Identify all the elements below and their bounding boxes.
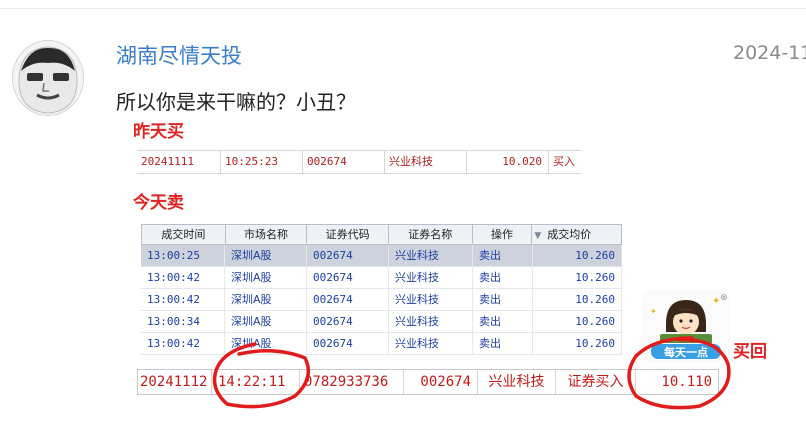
cell-price: 10.260 <box>533 245 622 266</box>
svg-text:✦: ✦ <box>650 307 657 316</box>
avatar[interactable] <box>12 40 84 116</box>
cell-price: 10.260 <box>533 311 622 332</box>
cell-name: 兴业科技 <box>389 267 473 288</box>
cell-time: 13:00:42 <box>141 289 225 310</box>
cell-name: 兴业科技 <box>389 333 473 354</box>
cell-market: 深圳A股 <box>225 245 307 266</box>
header-name[interactable]: 证券名称 <box>389 225 473 244</box>
svg-text:⊗: ⊗ <box>720 293 728 303</box>
cell-code: 002674 <box>404 370 478 394</box>
cell-action: 卖出 <box>473 333 533 354</box>
cell-action: 卖出 <box>473 289 533 310</box>
header-code[interactable]: 证券代码 <box>307 225 389 244</box>
label-today-sell: 今天卖 <box>133 193 184 213</box>
cell-code: 002674 <box>307 267 389 288</box>
cell-name: 兴业科技 <box>389 311 473 332</box>
cell-time: 13:00:25 <box>141 245 225 266</box>
cell-code: 002674 <box>307 311 389 332</box>
table-row[interactable]: 13:00:42 深圳A股 002674 兴业科技 卖出 10.260 <box>141 267 622 289</box>
red-circle-annotation-icon <box>212 342 311 409</box>
yesterday-trade-row: 20241111 10:25:23 002674 兴业科技 10.020 买入 <box>137 150 581 174</box>
top-divider <box>0 8 806 9</box>
cell-code: 002674 <box>307 245 389 266</box>
label-buy-back: 买回 <box>733 342 767 362</box>
cell-name: 兴业科技 <box>389 245 473 266</box>
cell-date: 20241112 <box>138 370 212 394</box>
cell-contract-no: 0782933736 <box>300 370 404 394</box>
cell-name: 兴业科技 <box>389 289 473 310</box>
table-row[interactable]: 13:00:42 深圳A股 002674 兴业科技 卖出 10.260 <box>141 289 622 311</box>
cell-name: 兴业科技 <box>478 370 556 394</box>
cell-time: 13:00:42 <box>141 267 225 288</box>
cell-action: 卖出 <box>473 311 533 332</box>
cell-code: 002674 <box>303 151 385 173</box>
header-time[interactable]: 成交时间 <box>142 225 226 244</box>
cell-market: 深圳A股 <box>225 289 307 310</box>
header-avg-price[interactable]: ▼ 成交均价 <box>532 225 621 244</box>
post-timestamp: 2024-11 <box>733 42 806 64</box>
cell-action: 买入 <box>553 155 575 168</box>
header-action[interactable]: 操作 <box>473 225 533 244</box>
avatar-face-icon <box>18 46 78 114</box>
cell-code: 002674 <box>307 333 389 354</box>
cell-time: 10:25:23 <box>221 151 303 173</box>
table-row[interactable]: 13:00:25 深圳A股 002674 兴业科技 卖出 10.260 <box>141 245 622 267</box>
post-comment: 所以你是来干嘛的？小丑？ <box>116 90 356 114</box>
cell-date: 20241111 <box>137 151 221 173</box>
sort-down-icon: ▼ <box>534 231 542 241</box>
red-circle-annotation-icon <box>627 336 731 410</box>
header-avg-price-label: 成交均价 <box>547 228 592 241</box>
cell-action: 卖出 <box>473 245 533 266</box>
label-yesterday-buy: 昨天买 <box>133 122 184 142</box>
cell-price: 10.260 <box>533 333 622 354</box>
cell-action: 卖出 <box>473 267 533 288</box>
cell-name: 兴业科技 <box>385 151 467 173</box>
cell-code: 002674 <box>307 289 389 310</box>
cell-price: 10.260 <box>533 267 622 288</box>
header-market[interactable]: 市场名称 <box>226 225 308 244</box>
cell-price: 10.020 <box>467 151 549 173</box>
sell-table-header: 成交时间 市场名称 证券代码 证券名称 操作 ▼ 成交均价 <box>141 224 622 245</box>
cell-price: 10.260 <box>533 289 622 310</box>
cell-market: 深圳A股 <box>225 267 307 288</box>
post-username[interactable]: 湖南尽情天投 <box>116 40 242 70</box>
